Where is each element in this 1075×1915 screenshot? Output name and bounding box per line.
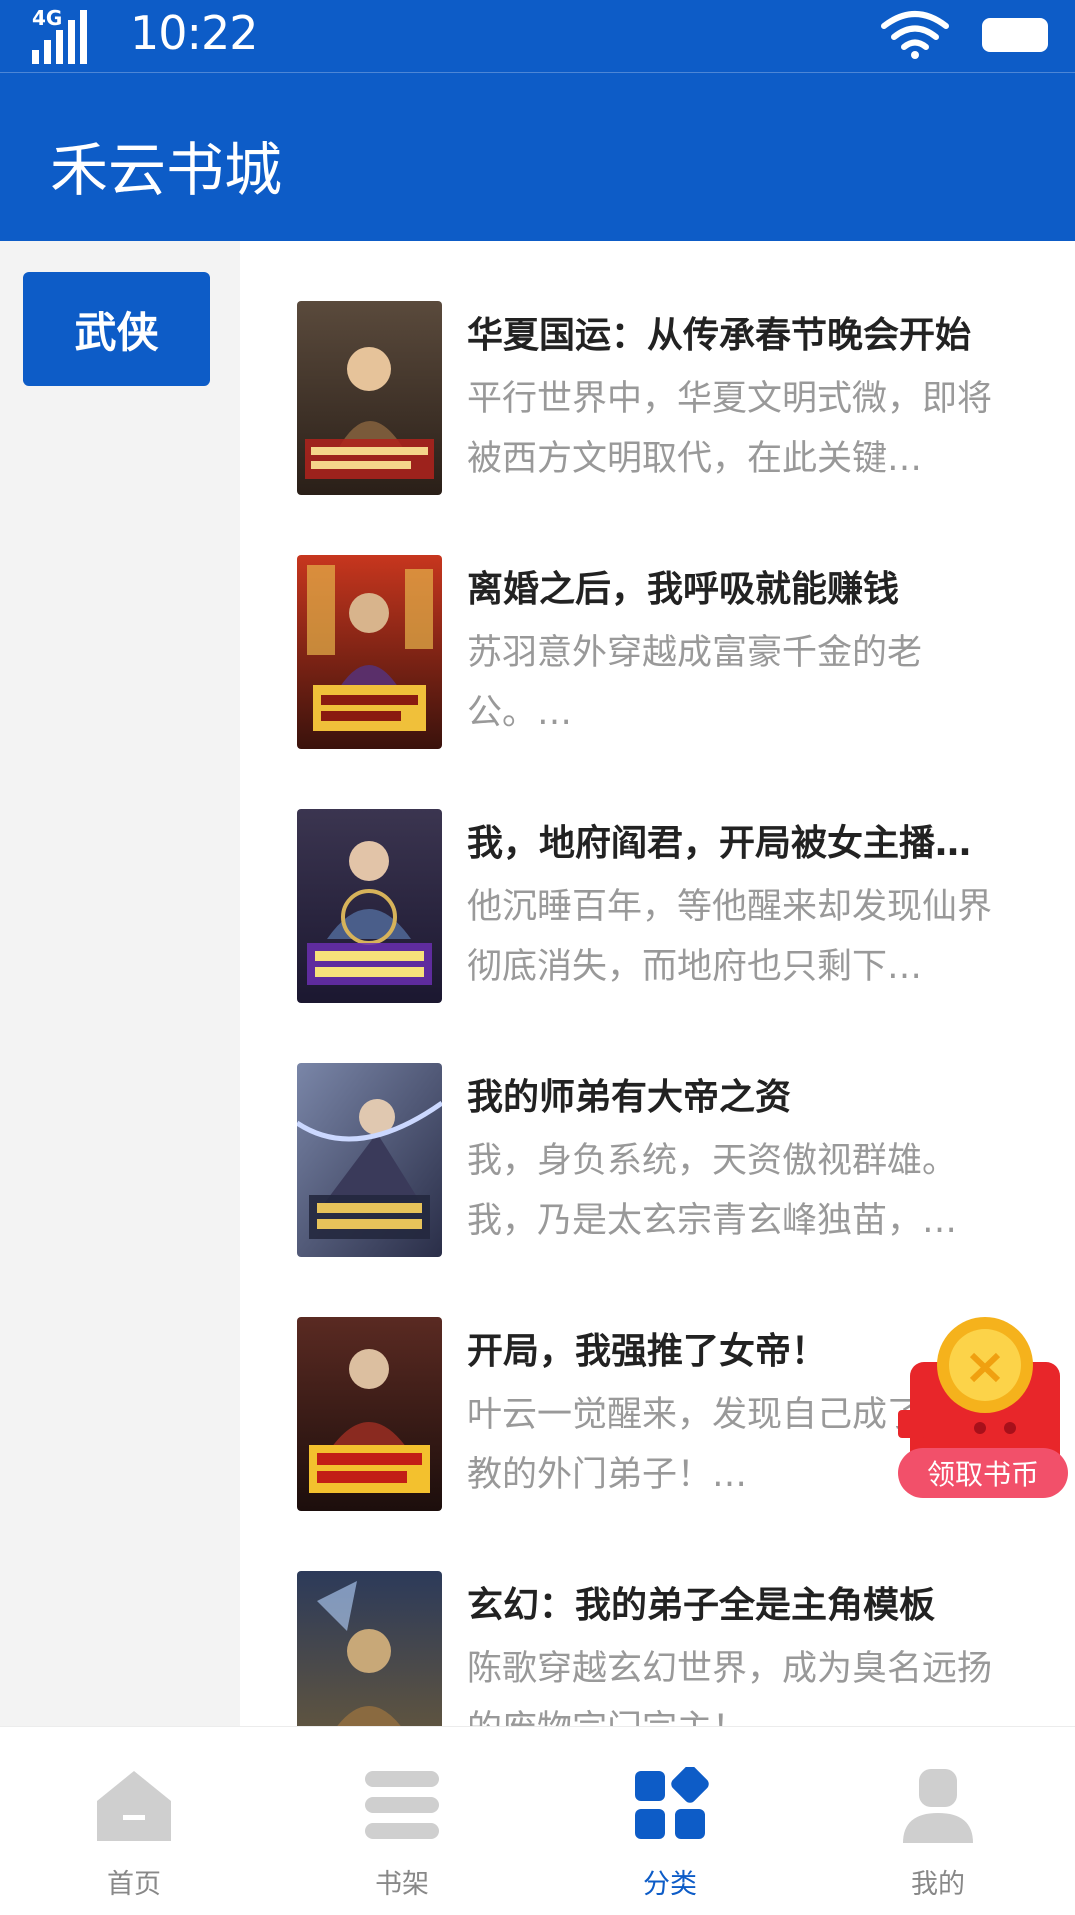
red-packet-label: 领取书币	[898, 1448, 1068, 1498]
book-title[interactable]: 华夏国运：从传承春节晚会开始	[467, 311, 1007, 361]
tab-bookshelf[interactable]: 书架	[268, 1727, 536, 1915]
book-cover[interactable]	[297, 1317, 442, 1511]
signal-icon: 4G	[30, 6, 94, 66]
tab-label: 首页	[107, 1869, 161, 1900]
tab-home[interactable]: 首页	[0, 1727, 268, 1915]
book-cover[interactable]	[297, 1571, 442, 1726]
app-header: 禾云书城	[0, 73, 1075, 241]
book-list[interactable]: 华夏国运：从传承春节晚会开始 平行世界中，华夏文明式微，即将被西方文明取代，在此…	[240, 241, 1075, 1726]
battery-icon	[982, 18, 1048, 52]
home-icon	[97, 1771, 171, 1841]
category-sidebar: 武侠	[0, 241, 240, 1726]
book-cover[interactable]	[297, 809, 442, 1003]
profile-icon	[903, 1769, 973, 1843]
book-item[interactable]: 我的师弟有大帝之资 我，身负系统，天资傲视群雄。我，乃是太玄宗青玄峰独苗，…	[240, 1003, 1075, 1257]
clock: 10:22	[130, 6, 259, 60]
book-cover[interactable]	[297, 1063, 442, 1257]
red-packet-button[interactable]: 领取书币	[880, 1310, 1075, 1500]
network-type: 4G	[32, 6, 63, 30]
book-cover[interactable]	[297, 301, 442, 495]
book-cover[interactable]	[297, 555, 442, 749]
book-item[interactable]: 玄幻：我的弟子全是主角模板 陈歌穿越玄幻世界，成为臭名远扬的废物宗门宗主！	[240, 1511, 1075, 1726]
tab-label: 书架	[375, 1869, 429, 1900]
status-bar: 4G 10:22	[0, 0, 1075, 73]
book-description: 我，身负系统，天资傲视群雄。我，乃是太玄宗青玄峰独苗，…	[467, 1141, 958, 1241]
book-item[interactable]: 离婚之后，我呼吸就能赚钱 苏羽意外穿越成富豪千金的老公。…	[240, 495, 1075, 749]
book-item[interactable]: 我，地府阎君，开局被女主播… 他沉睡百年，等他醒来却发现仙界彻底消失，而地府也只…	[240, 749, 1075, 1003]
bookshelf-icon	[365, 1771, 439, 1839]
book-title[interactable]: 玄幻：我的弟子全是主角模板	[467, 1581, 1007, 1631]
page-title: 禾云书城	[50, 136, 283, 204]
tab-category[interactable]: 分类	[536, 1727, 804, 1915]
book-description: 陈歌穿越玄幻世界，成为臭名远扬的废物宗门宗主！	[467, 1649, 993, 1726]
tab-profile[interactable]: 我的	[804, 1727, 1072, 1915]
book-description: 他沉睡百年，等他醒来却发现仙界彻底消失，而地府也只剩下…	[467, 887, 993, 987]
category-icon	[635, 1767, 709, 1839]
book-title[interactable]: 离婚之后，我呼吸就能赚钱	[467, 565, 1007, 615]
book-title[interactable]: 我，地府阎君，开局被女主播…	[467, 819, 1007, 869]
tab-label: 我的	[911, 1869, 965, 1900]
category-item-wuxia[interactable]: 武侠	[23, 272, 210, 386]
tab-label: 分类	[643, 1869, 697, 1900]
book-description: 平行世界中，华夏文明式微，即将被西方文明取代，在此关键…	[467, 379, 993, 479]
wifi-icon	[881, 11, 949, 59]
book-title[interactable]: 我的师弟有大帝之资	[467, 1073, 1007, 1123]
book-description: 苏羽意外穿越成富豪千金的老公。…	[467, 633, 923, 733]
bottom-tab-bar: 首页 书架 分类 我的	[0, 1726, 1075, 1915]
book-item[interactable]: 华夏国运：从传承春节晚会开始 平行世界中，华夏文明式微，即将被西方文明取代，在此…	[240, 241, 1075, 495]
